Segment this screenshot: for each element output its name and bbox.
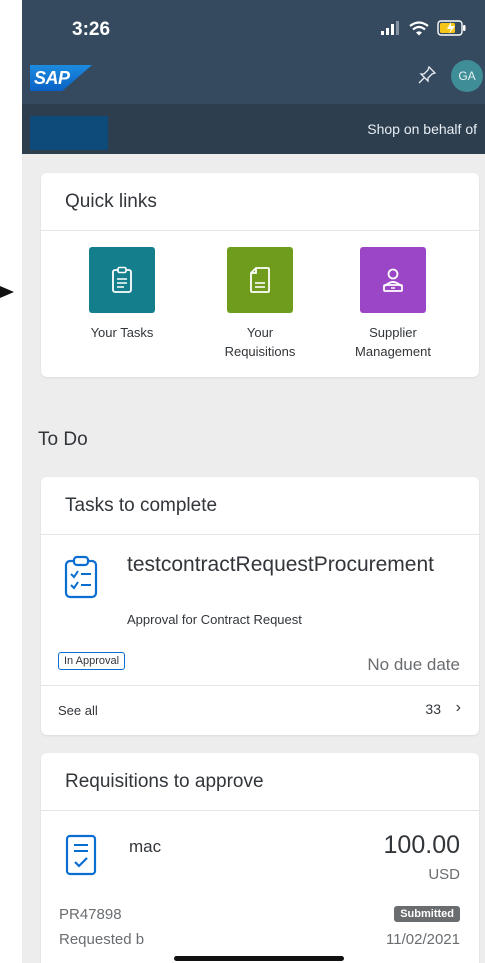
user-avatar[interactable]: GA bbox=[451, 60, 483, 92]
sap-logo[interactable]: SAP bbox=[30, 65, 92, 91]
company-selector[interactable] bbox=[30, 116, 108, 150]
wifi-icon bbox=[409, 20, 429, 35]
your-requisitions-label: Your Requisitions bbox=[224, 325, 296, 359]
task-checklist-icon bbox=[64, 555, 98, 599]
your-tasks-label: Your Tasks bbox=[90, 325, 154, 340]
tasks-count: 33 bbox=[425, 701, 441, 717]
divider bbox=[41, 810, 479, 811]
supplier-management-label: Supplier Management bbox=[355, 325, 431, 359]
requisitions-card: Requisitions to approve mac 100.00 USD P… bbox=[41, 753, 479, 963]
chevron-right-icon[interactable]: › bbox=[456, 699, 461, 717]
sub-header: Shop on behalf of bbox=[22, 104, 485, 154]
phone-screen: 3:26 SAP GA Shop on behalf of Quick link… bbox=[22, 0, 485, 963]
requisitions-title: Requisitions to approve bbox=[65, 771, 264, 792]
see-all-link[interactable]: See all bbox=[58, 703, 98, 718]
requisition-status-badge: Submitted bbox=[394, 906, 460, 922]
requisition-document-icon bbox=[65, 834, 97, 876]
quick-link-your-requisitions[interactable]: Your Requisitions bbox=[205, 247, 315, 361]
battery-icon bbox=[437, 20, 466, 36]
document-icon bbox=[250, 267, 270, 293]
your-tasks-tile[interactable] bbox=[89, 247, 155, 313]
requisition-id: PR47898 bbox=[59, 906, 122, 923]
your-requisitions-tile[interactable] bbox=[227, 247, 293, 313]
quick-links-card: Quick links Your Tasks Your Requisitions… bbox=[41, 173, 479, 377]
quick-link-your-tasks[interactable]: Your Tasks bbox=[67, 247, 177, 342]
quick-link-supplier-management[interactable]: Supplier Management bbox=[338, 247, 448, 361]
requisition-amount: 100.00 bbox=[383, 831, 460, 859]
shop-on-behalf-link[interactable]: Shop on behalf of bbox=[367, 121, 477, 137]
quick-links-title: Quick links bbox=[65, 191, 157, 212]
pin-icon[interactable] bbox=[416, 64, 438, 86]
todo-heading: To Do bbox=[38, 429, 88, 450]
pointer-arrow-icon bbox=[0, 286, 14, 298]
divider bbox=[41, 685, 479, 686]
status-badge: In Approval bbox=[58, 652, 126, 670]
clipboard-icon bbox=[112, 266, 132, 293]
task-title: testcontractRequestProcurement bbox=[127, 553, 434, 576]
due-date: No due date bbox=[367, 655, 460, 674]
signal-icon bbox=[381, 21, 399, 35]
divider bbox=[41, 534, 479, 535]
home-indicator[interactable] bbox=[174, 956, 344, 961]
requisition-name: mac bbox=[129, 837, 162, 856]
requested-by: Requested b bbox=[59, 931, 145, 948]
status-time: 3:26 bbox=[72, 19, 111, 40]
tasks-card: Tasks to complete testcontractRequestPro… bbox=[41, 477, 479, 735]
requisition-date: 11/02/2021 bbox=[386, 931, 460, 948]
status-icons bbox=[381, 20, 467, 36]
supplier-management-tile[interactable] bbox=[360, 247, 426, 313]
requisition-currency: USD bbox=[428, 866, 460, 883]
task-subtitle: Approval for Contract Request bbox=[127, 612, 302, 627]
shell-header: 3:26 SAP GA bbox=[22, 0, 485, 104]
supplier-icon bbox=[383, 268, 403, 292]
divider bbox=[41, 230, 479, 231]
tasks-title: Tasks to complete bbox=[65, 495, 218, 516]
